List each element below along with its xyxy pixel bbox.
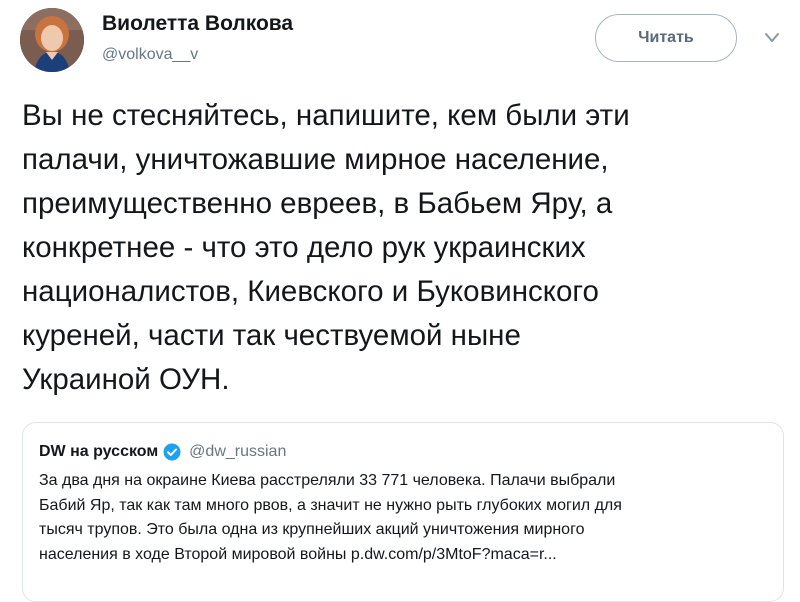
quoted-tweet-card[interactable]: DW на русском @dw_russian За два дня на … (22, 422, 784, 602)
tweet-text-line: конкретнее - что это дело рук украинских (22, 231, 586, 264)
quoted-text-line: Бабий Яр, так как там много рвов, а знач… (39, 496, 622, 514)
quoted-author-handle: @dw_russian (189, 443, 287, 460)
tweet-text-line: куреней, части так чествуемой ныне (22, 319, 521, 352)
quoted-tweet-text: За два дня на окраине Киева расстреляли … (39, 469, 769, 567)
tweet-text-line: националистов, Киевского и Буковинского (22, 275, 599, 308)
verified-badge-icon (163, 443, 181, 461)
quoted-tweet-header: DW на русском @dw_russian (39, 443, 286, 461)
chevron-down-icon[interactable] (762, 30, 782, 46)
follow-button[interactable]: Читать (595, 14, 737, 62)
author-avatar[interactable] (20, 8, 84, 72)
quoted-text-line: населения в ходе Второй мировой войны p.… (39, 545, 557, 563)
tweet-text: Вы не стесняйтесь, напишите, кем были эт… (22, 94, 790, 402)
tweet-text-line: Вы не стесняйтесь, напишите, кем были эт… (22, 99, 630, 132)
tweet: Виолетта Волкова @volkova__v Читать Вы н… (0, 0, 800, 602)
author-handle[interactable]: @volkova__v (102, 46, 198, 64)
tweet-text-line: Украиной ОУН. (22, 363, 230, 396)
author-name[interactable]: Виолетта Волкова (102, 12, 293, 36)
quoted-text-line: За два дня на окраине Киева расстреляли … (39, 472, 616, 489)
tweet-text-line: преимущественно евреев, в Бабьем Яру, а (22, 187, 613, 220)
quoted-author-name: DW на русском (39, 443, 159, 460)
quoted-text-line: тысяч трупов. Это была одна из крупнейши… (39, 521, 585, 538)
tweet-text-line: палачи, уничтожавшие мирное население, (22, 143, 609, 176)
avatar-photo-icon (20, 8, 84, 72)
